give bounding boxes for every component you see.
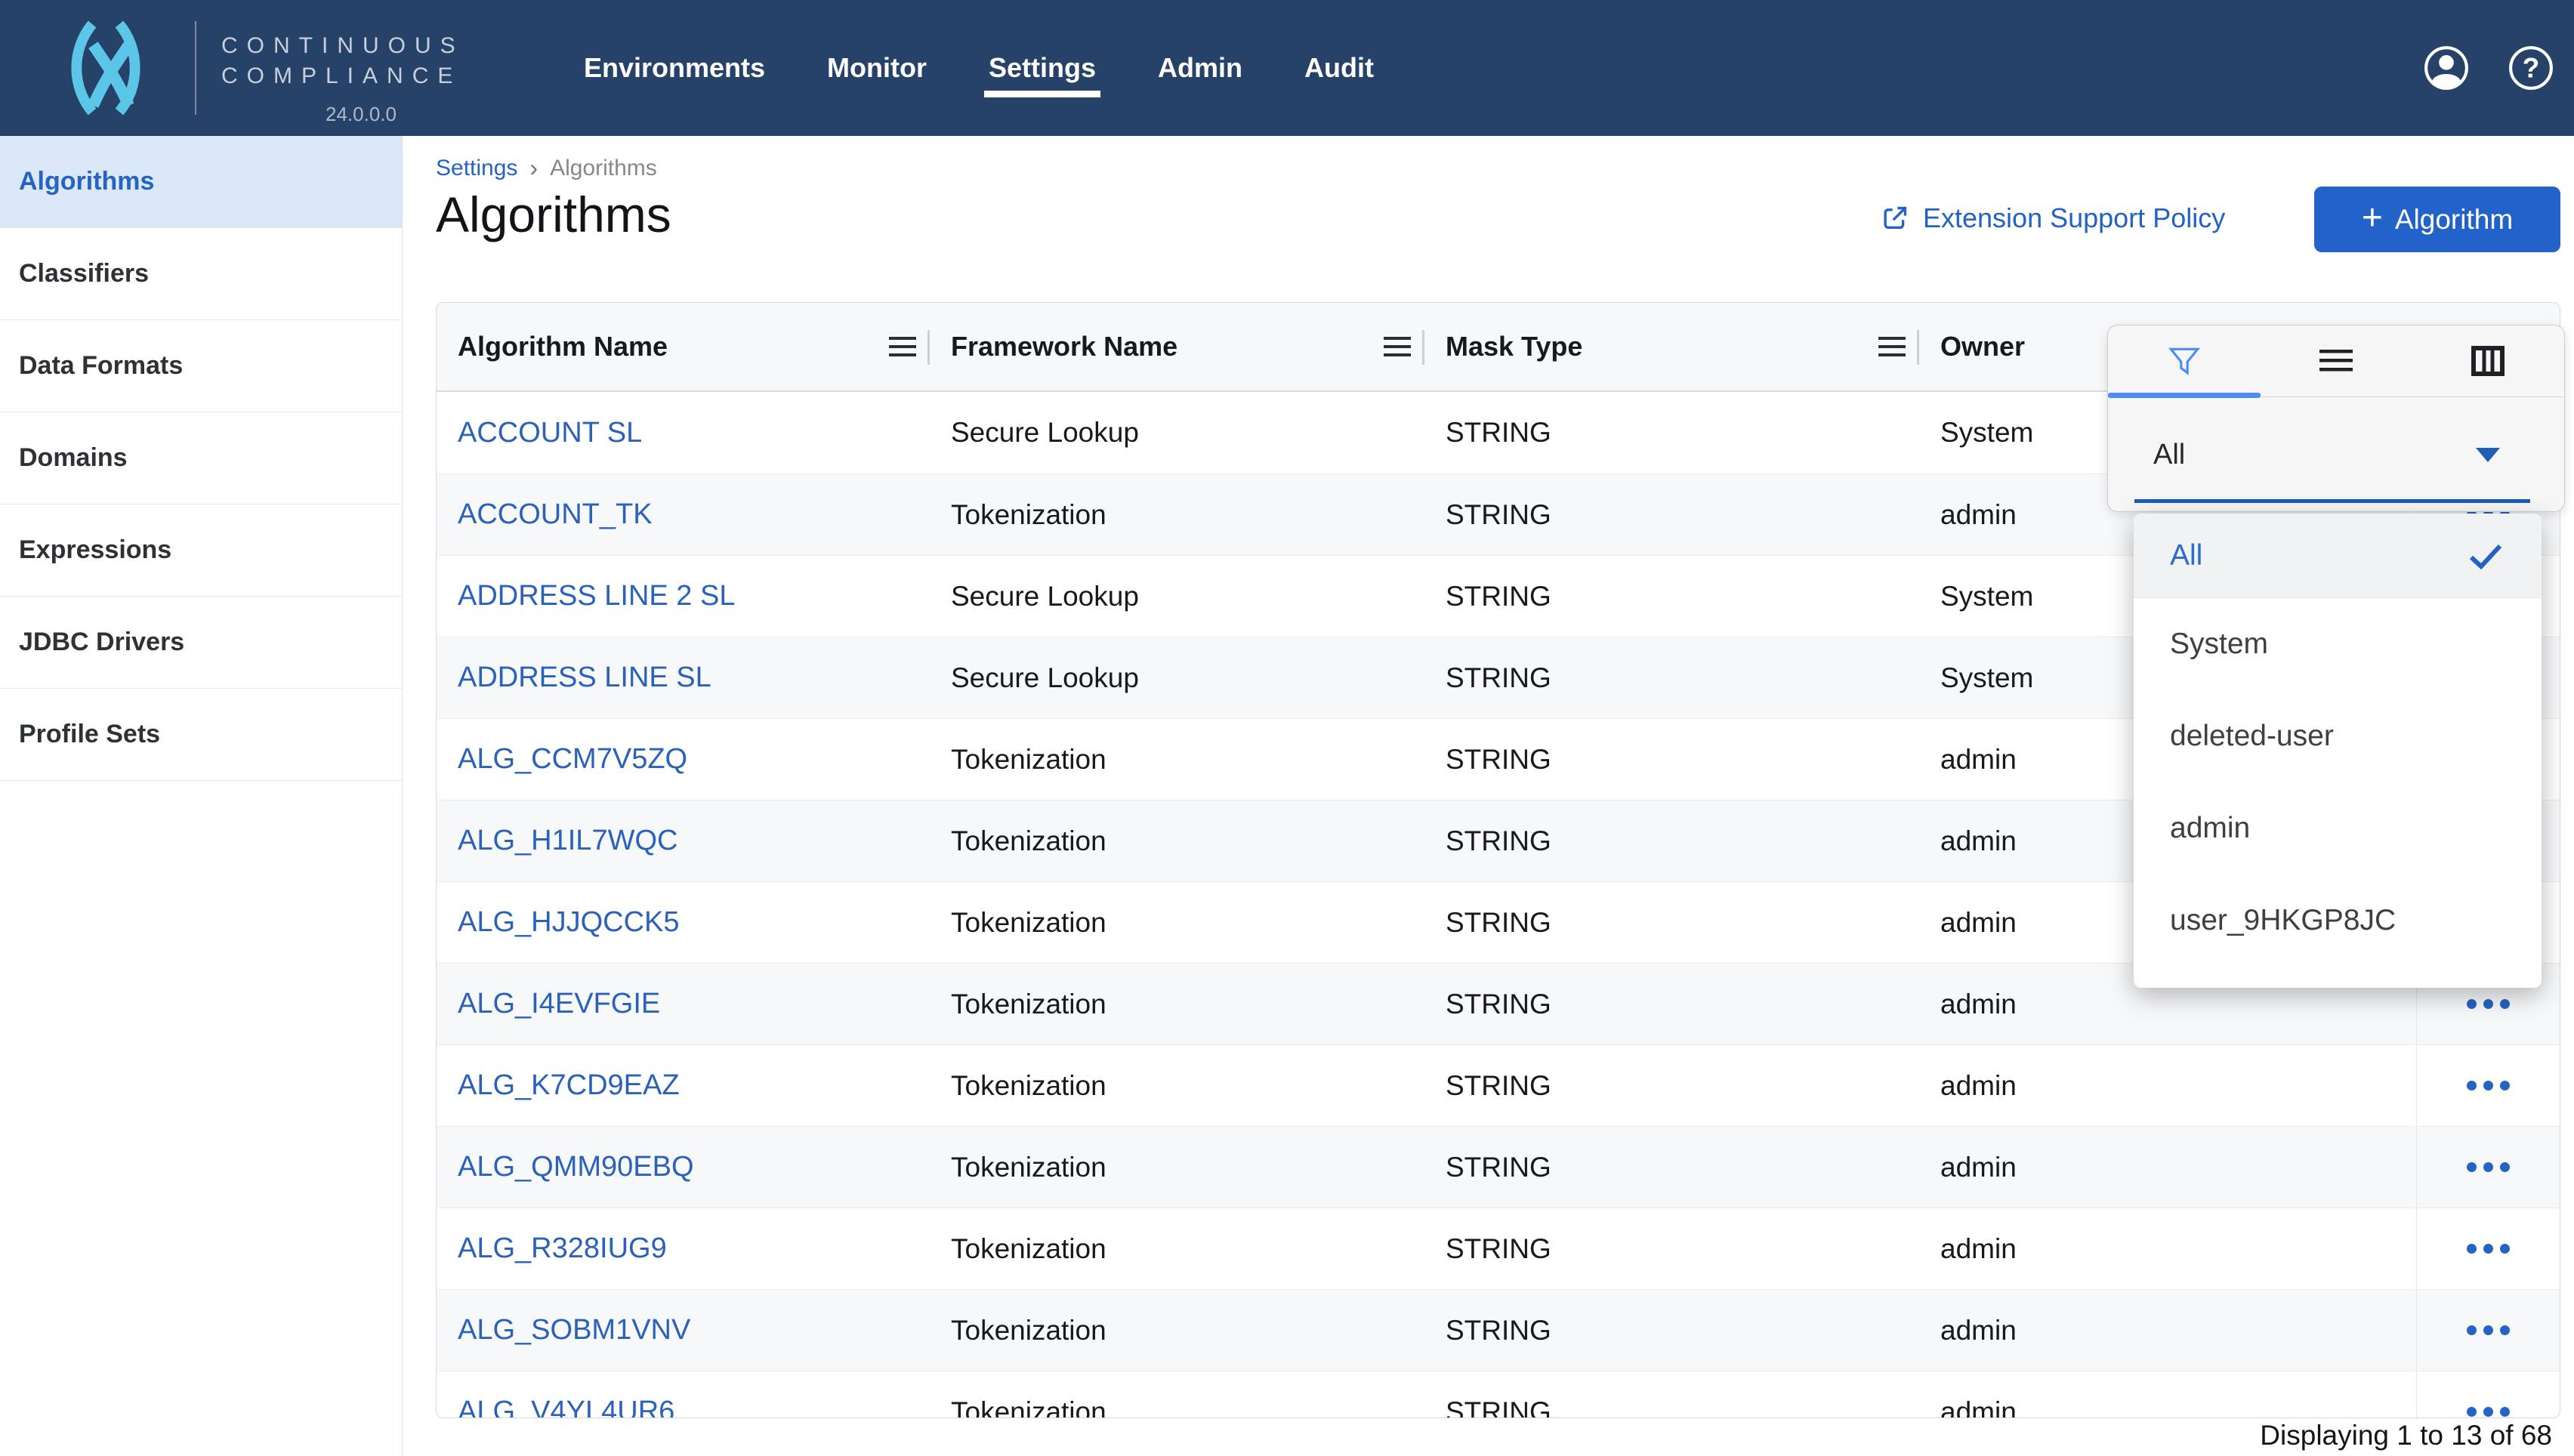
- row-actions: [2416, 1290, 2560, 1371]
- sidebar-item-algorithms[interactable]: Algorithms: [0, 136, 402, 228]
- brand-line2: COMPLIANCE: [221, 63, 461, 89]
- help-icon[interactable]: ?: [2508, 45, 2554, 91]
- plus-icon: +: [2362, 200, 2383, 236]
- top-navbar: CONTINUOUS COMPLIANCE 24.0.0.0 Environme…: [0, 0, 2574, 136]
- sidebar-item-data-formats[interactable]: Data Formats: [0, 320, 402, 412]
- algorithm-link[interactable]: ALG_R328IUG9: [437, 1232, 930, 1265]
- algorithm-link[interactable]: ALG_CCM7V5ZQ: [437, 743, 930, 776]
- algorithm-link[interactable]: ADDRESS LINE SL: [437, 662, 930, 694]
- svg-text:?: ?: [2523, 51, 2540, 83]
- row-actions: [2416, 1045, 2560, 1126]
- extension-support-policy-label: Extension Support Policy: [1923, 202, 2225, 234]
- row-actions-menu-icon[interactable]: [2467, 1325, 2510, 1335]
- chevron-down-icon: [2476, 448, 2500, 462]
- brand-line1: CONTINUOUS: [221, 33, 464, 59]
- algorithm-link[interactable]: ALG_HJJQCCK5: [437, 906, 930, 939]
- list-icon: [2319, 348, 2353, 374]
- brand-version: 24.0.0.0: [221, 103, 501, 126]
- owner-filter-dropdown: All System deleted-user admin user_9HKGP…: [2134, 514, 2542, 988]
- breadcrumb: Settings › Algorithms: [436, 154, 657, 182]
- account-icon[interactable]: [2423, 45, 2470, 91]
- table-tools-panel: All: [2107, 325, 2565, 512]
- algorithm-link[interactable]: ACCOUNT_TK: [437, 498, 930, 531]
- brand-divider: [195, 21, 196, 115]
- filter-icon: [2167, 345, 2202, 377]
- row-actions-menu-icon[interactable]: [2467, 1407, 2510, 1417]
- nav-icons: ?: [2423, 0, 2554, 136]
- dropdown-option-all[interactable]: All: [2134, 514, 2542, 598]
- dropdown-option-admin[interactable]: admin: [2134, 782, 2542, 875]
- row-actions-menu-icon[interactable]: [2467, 1162, 2510, 1172]
- table-row: ALG_QMM90EBQ Tokenization STRING admin: [437, 1126, 2560, 1208]
- tab-columns[interactable]: [2412, 325, 2564, 396]
- row-actions-menu-icon[interactable]: [2467, 1244, 2510, 1254]
- external-link-icon: [1881, 204, 1909, 233]
- column-menu-icon[interactable]: [1384, 337, 1411, 356]
- breadcrumb-current: Algorithms: [550, 156, 657, 181]
- sidebar-item-jdbc-drivers[interactable]: JDBC Drivers: [0, 597, 402, 689]
- select-underline: [2134, 499, 2530, 503]
- column-header-algorithm-name: Algorithm Name: [437, 303, 930, 390]
- dropdown-option-deleted-user[interactable]: deleted-user: [2134, 690, 2542, 782]
- row-actions: [2416, 1208, 2560, 1289]
- page-title: Algorithms: [436, 186, 671, 243]
- dropdown-option-user-9hkgp8jc[interactable]: user_9HKGP8JC: [2134, 875, 2542, 967]
- sidebar-item-expressions[interactable]: Expressions: [0, 504, 402, 597]
- table-row: ALG_R328IUG9 Tokenization STRING admin: [437, 1208, 2560, 1289]
- nav-item-admin[interactable]: Admin: [1158, 52, 1242, 84]
- algorithm-link[interactable]: ALG_SOBM1VNV: [437, 1314, 930, 1346]
- nav-item-environments[interactable]: Environments: [584, 52, 765, 84]
- algorithm-link[interactable]: ALG_K7CD9EAZ: [437, 1069, 930, 1102]
- sidebar-item-profile-sets[interactable]: Profile Sets: [0, 689, 402, 781]
- table-row: ALG_V4YL4UR6 Tokenization STRING admin: [437, 1371, 2560, 1418]
- algorithm-link[interactable]: ALG_H1IL7WQC: [437, 825, 930, 857]
- check-icon: [2468, 541, 2504, 570]
- sidebar-item-classifiers[interactable]: Classifiers: [0, 228, 402, 320]
- breadcrumb-settings-link[interactable]: Settings: [436, 156, 517, 181]
- algorithm-link[interactable]: ALG_V4YL4UR6: [437, 1396, 930, 1418]
- add-algorithm-label: Algorithm: [2395, 204, 2513, 236]
- column-menu-icon[interactable]: [1878, 337, 1906, 356]
- nav-item-settings[interactable]: Settings: [989, 52, 1096, 84]
- row-actions: [2416, 1127, 2560, 1208]
- row-actions: [2416, 1371, 2560, 1418]
- tab-filter[interactable]: [2108, 325, 2260, 396]
- dropdown-option-system[interactable]: System: [2134, 598, 2542, 690]
- columns-icon: [2471, 346, 2505, 376]
- row-actions-menu-icon[interactable]: [2467, 1081, 2510, 1090]
- screen: CONTINUOUS COMPLIANCE 24.0.0.0 Environme…: [0, 0, 2574, 1456]
- pagination-status: Displaying 1 to 13 of 68: [2260, 1420, 2552, 1451]
- extension-support-policy-link[interactable]: Extension Support Policy: [1881, 202, 2225, 234]
- sidebar: Algorithms Classifiers Data Formats Doma…: [0, 136, 403, 1456]
- column-menu-icon[interactable]: [889, 337, 916, 356]
- nav-item-monitor[interactable]: Monitor: [827, 52, 927, 84]
- sidebar-item-domains[interactable]: Domains: [0, 412, 402, 504]
- algorithm-link[interactable]: ALG_I4EVFGIE: [437, 988, 930, 1020]
- owner-filter-select[interactable]: All: [2108, 397, 2564, 512]
- table-row: ALG_SOBM1VNV Tokenization STRING admin: [437, 1289, 2560, 1371]
- algorithm-link[interactable]: ADDRESS LINE 2 SL: [437, 580, 930, 612]
- tools-tabs: [2108, 325, 2564, 397]
- nav-menu: Environments Monitor Settings Admin Audi…: [584, 0, 1374, 136]
- owner-filter-value: All: [2153, 439, 2185, 471]
- row-actions-menu-icon[interactable]: [2467, 999, 2510, 1009]
- algorithm-link[interactable]: ALG_QMM90EBQ: [437, 1151, 930, 1183]
- tab-list[interactable]: [2260, 325, 2412, 396]
- algorithm-link[interactable]: ACCOUNT SL: [437, 417, 930, 449]
- column-header-mask-type: Mask Type: [1424, 303, 1919, 390]
- breadcrumb-separator: ›: [529, 154, 538, 182]
- nav-item-audit[interactable]: Audit: [1304, 52, 1374, 84]
- column-header-framework-name: Framework Name: [930, 303, 1424, 390]
- add-algorithm-button[interactable]: + Algorithm: [2314, 187, 2560, 252]
- brand-logo-icon: [48, 12, 163, 124]
- table-row: ALG_K7CD9EAZ Tokenization STRING admin: [437, 1044, 2560, 1126]
